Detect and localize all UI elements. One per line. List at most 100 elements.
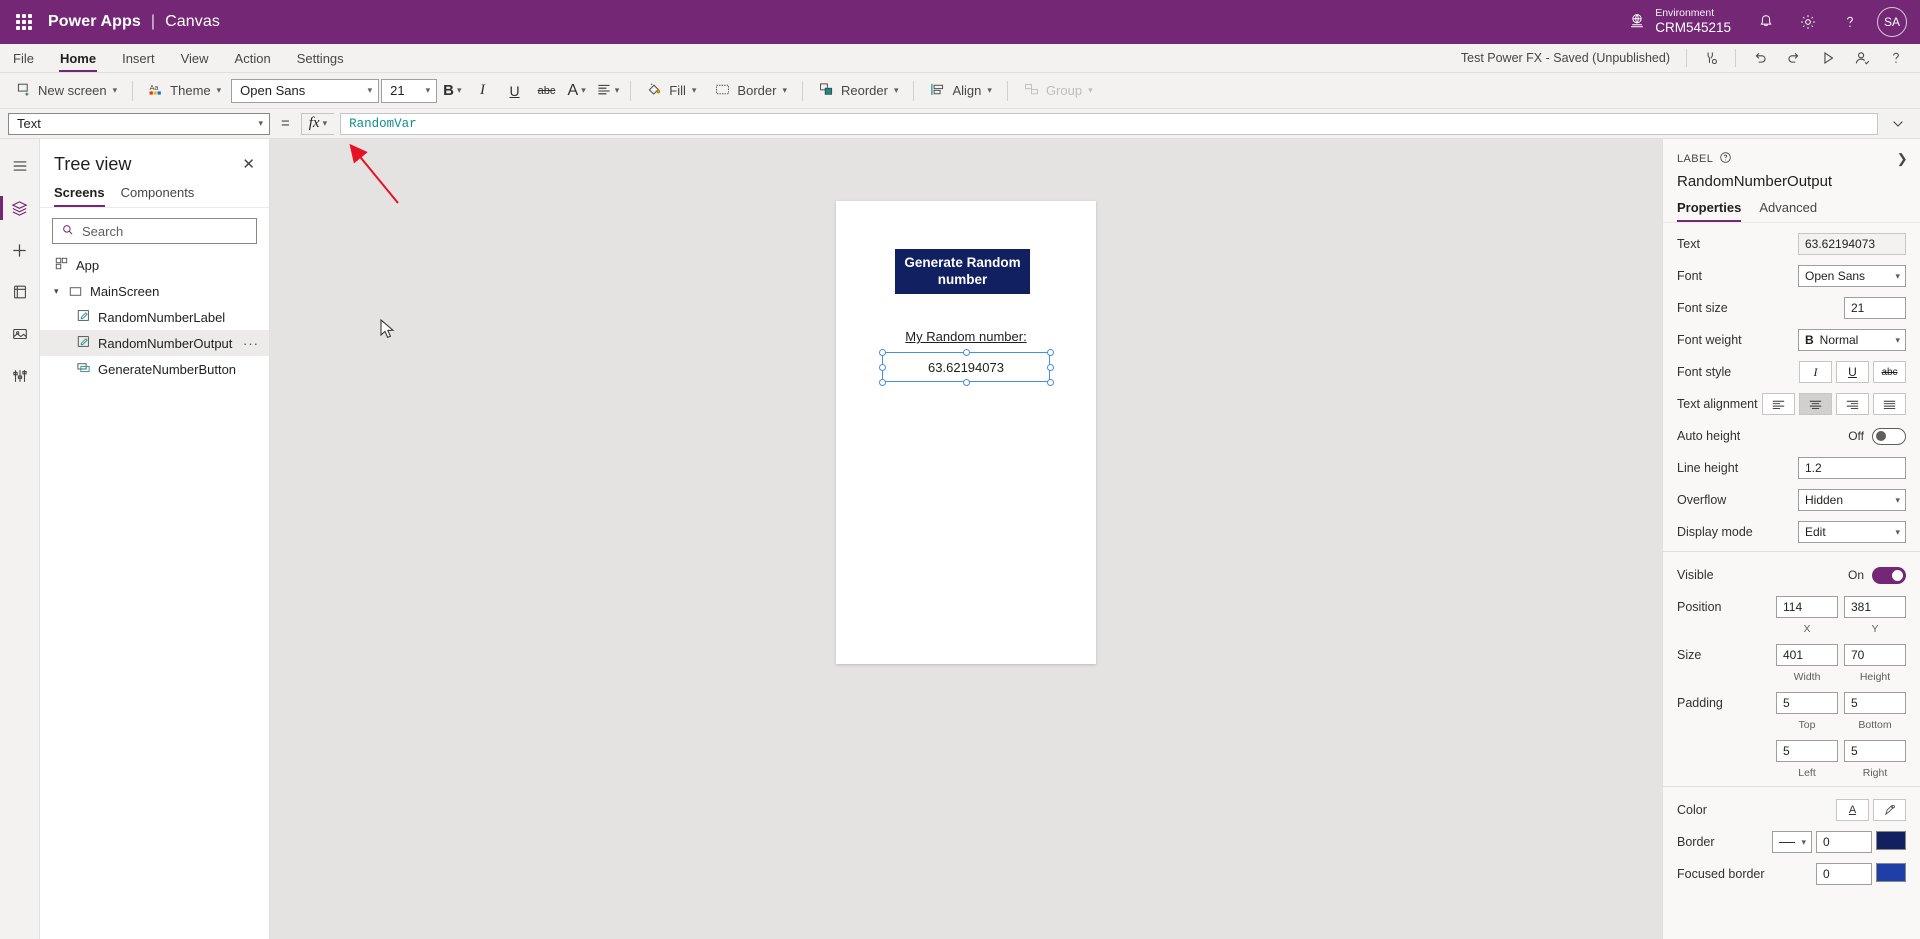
- border-button[interactable]: Border ▾: [706, 77, 795, 105]
- random-number-output[interactable]: 63.62194073: [882, 352, 1050, 382]
- tab-properties[interactable]: Properties: [1677, 200, 1742, 222]
- menu-item-insert[interactable]: Insert: [109, 44, 168, 72]
- position-y-field[interactable]: 381: [1844, 596, 1906, 618]
- notifications-bell-icon[interactable]: [1745, 0, 1787, 44]
- rail-media-icon[interactable]: [0, 315, 40, 353]
- checker-icon[interactable]: [1695, 45, 1727, 71]
- menu-item-home[interactable]: Home: [47, 44, 109, 72]
- help-icon[interactable]: [1829, 0, 1871, 44]
- italic-button[interactable]: I: [468, 78, 498, 104]
- font-weight-select[interactable]: B Normal ▾: [1798, 329, 1906, 351]
- rail-data-icon[interactable]: [0, 273, 40, 311]
- theme-button[interactable]: Aa Theme ▾: [140, 77, 229, 105]
- align-center-button[interactable]: [1799, 393, 1832, 415]
- formula-input[interactable]: RandomVar: [340, 112, 1878, 135]
- waffle-menu-icon[interactable]: [0, 0, 48, 44]
- focused-border-color-swatch[interactable]: [1876, 863, 1906, 882]
- undo-icon[interactable]: [1744, 45, 1776, 71]
- chevron-down-icon[interactable]: ▾: [54, 286, 59, 297]
- fill-button[interactable]: Fill ▾: [638, 77, 704, 105]
- text-value-field[interactable]: 63.62194073: [1798, 233, 1906, 255]
- font-style-italic-button[interactable]: I: [1799, 361, 1832, 383]
- formula-expand-icon[interactable]: [1884, 111, 1912, 137]
- canvas-area[interactable]: Generate Random number My Random number:…: [270, 139, 1662, 939]
- align-right-button[interactable]: [1836, 393, 1869, 415]
- tree-item-more-menu[interactable]: ···: [243, 336, 259, 351]
- preview-play-icon[interactable]: [1812, 45, 1844, 71]
- align-justify-button[interactable]: [1873, 393, 1906, 415]
- tree-item-app[interactable]: App: [40, 252, 269, 278]
- redo-icon[interactable]: [1778, 45, 1810, 71]
- tree-item-randomnumberoutput[interactable]: RandomNumberOutput ···: [40, 330, 269, 356]
- align-button[interactable]: Align ▾: [921, 77, 999, 105]
- auto-height-toggle[interactable]: [1872, 427, 1906, 445]
- font-style-underline-button[interactable]: U: [1836, 361, 1869, 383]
- rail-advanced-tools-icon[interactable]: [0, 357, 40, 395]
- font-color-button[interactable]: A ▾: [564, 78, 590, 104]
- padding-top-field[interactable]: 5: [1776, 692, 1838, 714]
- settings-gear-icon[interactable]: [1787, 0, 1829, 44]
- environment-selector[interactable]: Environment CRM545215: [1614, 0, 1745, 44]
- menu-item-view[interactable]: View: [168, 44, 222, 72]
- position-x-field[interactable]: 114: [1776, 596, 1838, 618]
- close-icon[interactable]: ✕: [238, 153, 259, 175]
- rail-insert-icon[interactable]: [0, 231, 40, 269]
- padding-right-field[interactable]: 5: [1844, 740, 1906, 762]
- resize-handle-se[interactable]: [1046, 378, 1054, 386]
- fx-button[interactable]: fx ▾: [300, 112, 335, 135]
- text-color-button[interactable]: A: [1836, 799, 1869, 821]
- tab-advanced[interactable]: Advanced: [1759, 200, 1817, 222]
- search-input[interactable]: Search: [52, 218, 257, 244]
- tree-item-generatenumberbutton[interactable]: GenerateNumberButton: [40, 356, 269, 382]
- tab-screens[interactable]: Screens: [54, 181, 105, 207]
- reorder-button[interactable]: Reorder ▾: [810, 77, 907, 105]
- generate-random-number-button[interactable]: Generate Random number: [895, 249, 1030, 294]
- strikethrough-button[interactable]: abc: [532, 78, 562, 104]
- app-preview-screen[interactable]: Generate Random number My Random number:…: [836, 201, 1096, 664]
- help-circle-icon[interactable]: [1719, 151, 1732, 167]
- font-select[interactable]: Open Sans ▾: [1798, 265, 1906, 287]
- tab-components[interactable]: Components: [121, 181, 195, 207]
- bold-button[interactable]: B ▾: [439, 78, 465, 104]
- random-number-label[interactable]: My Random number:: [866, 329, 1066, 344]
- overflow-select[interactable]: Hidden ▾: [1798, 489, 1906, 511]
- font-style-strikethrough-button[interactable]: abc: [1873, 361, 1906, 383]
- resize-handle-sw[interactable]: [878, 378, 886, 386]
- line-height-field[interactable]: 1.2: [1798, 457, 1906, 479]
- menu-item-file[interactable]: File: [0, 44, 47, 72]
- padding-left-field[interactable]: 5: [1776, 740, 1838, 762]
- rail-tree-view-icon[interactable]: [0, 189, 40, 227]
- size-height-field[interactable]: 70: [1844, 644, 1906, 666]
- rail-hamburger-icon[interactable]: [0, 147, 40, 185]
- border-style-select[interactable]: ▾: [1772, 831, 1812, 853]
- collapse-panel-icon[interactable]: ❯: [1897, 151, 1908, 167]
- resize-handle-s[interactable]: [962, 378, 970, 386]
- size-width-field[interactable]: 401: [1776, 644, 1838, 666]
- font-size-select[interactable]: 21 ▾: [381, 78, 438, 103]
- new-screen-button[interactable]: New screen ▾: [8, 77, 125, 105]
- display-mode-select[interactable]: Edit ▾: [1798, 521, 1906, 543]
- visible-toggle[interactable]: [1872, 566, 1906, 584]
- resize-handle-n[interactable]: [962, 348, 970, 356]
- color-picker-button[interactable]: [1873, 799, 1906, 821]
- menu-item-action[interactable]: Action: [222, 44, 284, 72]
- border-width-field[interactable]: 0: [1816, 831, 1872, 853]
- menu-item-settings[interactable]: Settings: [284, 44, 357, 72]
- text-align-button[interactable]: ▾: [592, 78, 624, 104]
- property-select[interactable]: Text ▾: [8, 112, 270, 135]
- align-left-button[interactable]: [1762, 393, 1795, 415]
- focused-border-width-field[interactable]: 0: [1816, 863, 1872, 885]
- font-size-field[interactable]: 21: [1844, 297, 1906, 319]
- resize-handle-e[interactable]: [1046, 363, 1054, 371]
- user-avatar[interactable]: SA: [1877, 7, 1907, 37]
- help-question-icon[interactable]: [1880, 45, 1912, 71]
- share-user-icon[interactable]: [1846, 45, 1878, 71]
- font-family-select[interactable]: Open Sans ▾: [231, 78, 380, 103]
- resize-handle-ne[interactable]: [1046, 348, 1054, 356]
- tree-item-mainscreen[interactable]: ▾ MainScreen: [40, 278, 269, 304]
- underline-button[interactable]: U: [500, 78, 530, 104]
- padding-bottom-field[interactable]: 5: [1844, 692, 1906, 714]
- tree-item-randomnumberlabel[interactable]: RandomNumberLabel: [40, 304, 269, 330]
- border-color-swatch[interactable]: [1876, 831, 1906, 850]
- resize-handle-nw[interactable]: [878, 348, 886, 356]
